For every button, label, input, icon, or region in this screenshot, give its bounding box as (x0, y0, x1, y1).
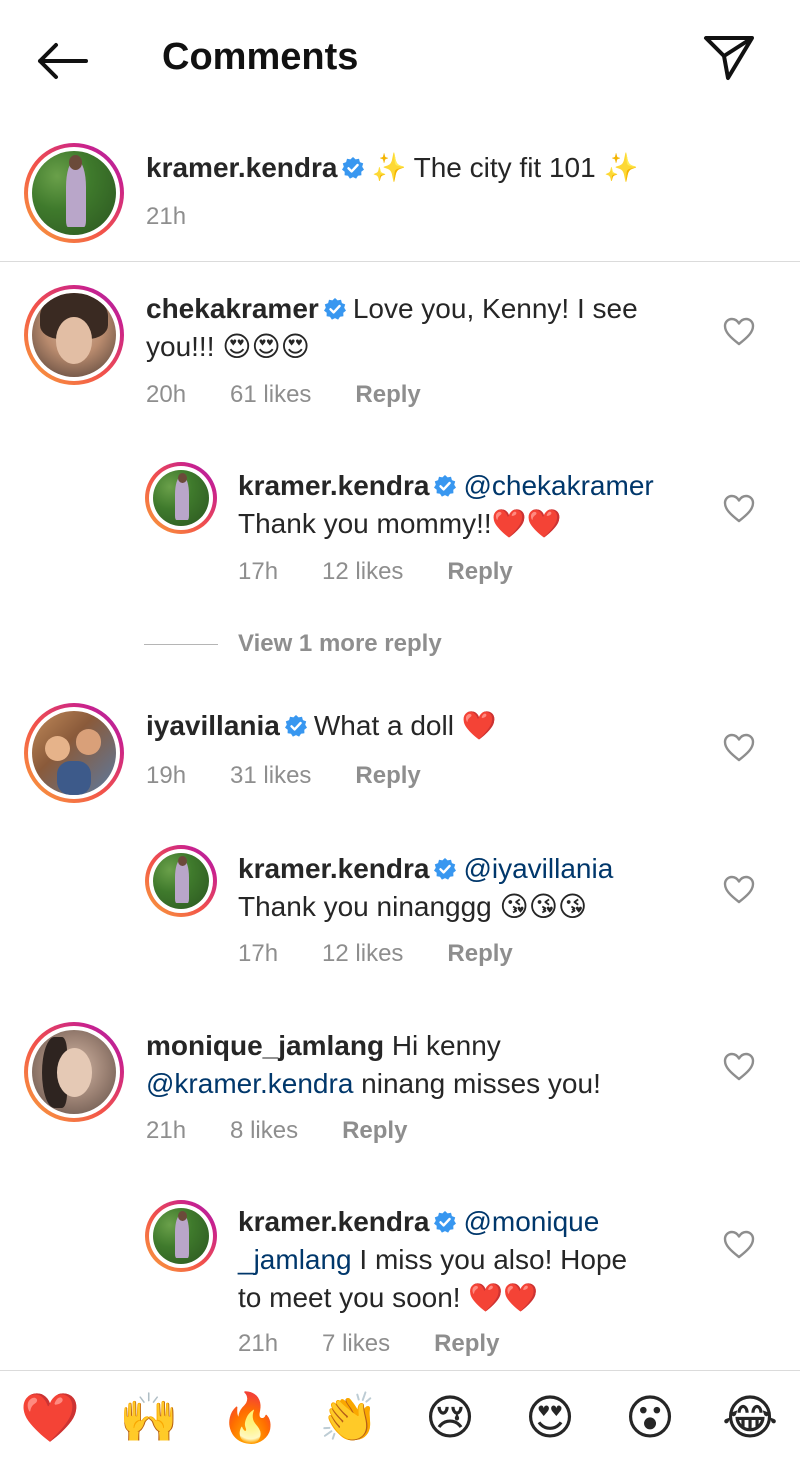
reply-likes[interactable]: 12 likes (322, 558, 403, 586)
reply-meta: 17h 12 likes Reply (238, 940, 557, 968)
comment-body: Love you, Kenny! I see (352, 293, 638, 324)
comment-meta: 21h 8 likes Reply (146, 1117, 451, 1145)
avatar-kramer-kendra[interactable] (145, 1200, 217, 1272)
verified-badge-icon (434, 475, 457, 497)
like-button[interactable] (722, 731, 756, 765)
mention-link[interactable]: @iyavillania (463, 853, 613, 884)
verified-badge-icon (434, 858, 457, 880)
comment-likes[interactable]: 31 likes (230, 762, 311, 790)
reply-button[interactable]: Reply (447, 558, 512, 586)
comment-meta: 20h 61 likes Reply (146, 381, 465, 409)
reply-button[interactable]: Reply (447, 940, 512, 968)
comment-username[interactable]: iyavillania (146, 710, 280, 741)
share-button[interactable] (700, 30, 760, 86)
emoji-crying-button[interactable]: 😢 (420, 1388, 480, 1448)
emoji-heart-button[interactable]: ❤️ (20, 1388, 80, 1448)
reply-button[interactable]: Reply (355, 381, 420, 409)
emoji-raised-hands-button[interactable]: 🙌 (119, 1388, 179, 1448)
divider (0, 261, 800, 262)
emoji-fire-button[interactable]: 🔥 (220, 1388, 280, 1448)
heart-outline-icon (723, 733, 755, 762)
caption-meta: 21h (146, 203, 230, 231)
verified-badge-icon (323, 298, 346, 320)
reply-text: kramer.kendra @chekakramer Thank you mommy… (238, 467, 718, 543)
caption-text: ✨ The city fit 101 ✨ (371, 152, 639, 183)
heart-outline-icon (723, 1052, 755, 1081)
comment-meta: 19h 31 likes Reply (146, 762, 465, 790)
heart-outline-icon (723, 875, 755, 904)
like-button[interactable] (722, 873, 756, 907)
like-button[interactable] (722, 315, 756, 349)
comment-time: 19h (146, 762, 187, 789)
avatar-iyavillania[interactable] (24, 703, 124, 803)
verified-badge-icon (434, 1211, 457, 1233)
page-title: Comments (162, 36, 359, 78)
reply-username[interactable]: kramer.kendra (238, 853, 429, 884)
emoji-clap-button[interactable]: 👏 (319, 1388, 379, 1448)
arrow-left-icon (38, 43, 88, 79)
reply-meta: 21h 7 likes Reply (238, 1330, 543, 1358)
emoji-heart-eyes-button[interactable]: 😍 (520, 1388, 580, 1448)
paper-plane-icon (704, 36, 754, 80)
comment-body: Hi kenny (391, 1030, 501, 1061)
reply-likes[interactable]: 7 likes (322, 1330, 390, 1358)
avatar-chekakramer[interactable] (24, 285, 124, 385)
reply-button[interactable]: Reply (355, 762, 420, 790)
reply-text: kramer.kendra @iyavillania Thank you ninan… (238, 850, 718, 926)
view-more-replies-button[interactable]: View 1 more reply (144, 630, 442, 658)
reply-username[interactable]: kramer.kendra (238, 1206, 429, 1237)
avatar-kramer-kendra[interactable] (24, 143, 124, 243)
reply-text: kramer.kendra @monique _jamlang I miss you… (238, 1203, 718, 1317)
reply-likes[interactable]: 12 likes (322, 940, 403, 968)
back-button[interactable] (30, 36, 94, 86)
mention-link-cont[interactable]: _jamlang (238, 1244, 352, 1275)
comment-text: monique_jamlang Hi kenny @kramer.kendra n… (146, 1027, 706, 1103)
emoji-surprised-button[interactable]: 😮 (620, 1388, 680, 1448)
verified-badge-icon (284, 715, 307, 737)
caption-username[interactable]: kramer.kendra (146, 152, 337, 183)
mention-link[interactable]: @chekakramer (463, 470, 653, 501)
comment-likes[interactable]: 61 likes (230, 381, 311, 409)
comment-time: 21h (146, 1117, 187, 1144)
header: Comments (0, 0, 800, 120)
like-button[interactable] (722, 492, 756, 526)
reply-username[interactable]: kramer.kendra (238, 470, 429, 501)
caption-time: 21h (146, 203, 187, 230)
mention-link[interactable]: @monique (463, 1206, 599, 1237)
comment-text: iyavillania What a doll ❤️ (146, 707, 706, 745)
heart-outline-icon (723, 1230, 755, 1259)
comment-time: 20h (146, 381, 187, 408)
comment-likes[interactable]: 8 likes (230, 1117, 298, 1145)
comment-text: chekakramer Love you, Kenny! I see you!!! … (146, 290, 706, 366)
view-more-line (144, 643, 218, 645)
caption: kramer.kendra ✨ The city fit 101 ✨ (146, 149, 746, 187)
mention-link[interactable]: @kramer.kendra (146, 1068, 353, 1099)
heart-outline-icon (723, 494, 755, 523)
reply-meta: 17h 12 likes Reply (238, 558, 557, 586)
reply-body: Thank you ninanggg 😘😘😘 (238, 891, 588, 922)
reply-time: 17h (238, 940, 279, 967)
comment-username[interactable]: monique_jamlang (146, 1030, 384, 1061)
reply-body: Thank you mommy!!❤️❤️ (238, 508, 562, 539)
avatar-monique-jamlang[interactable] (24, 1022, 124, 1122)
comment-body: What a doll ❤️ (313, 710, 497, 741)
reply-button[interactable]: Reply (342, 1117, 407, 1145)
avatar-kramer-kendra[interactable] (145, 845, 217, 917)
reply-body-cont: to meet you soon! ❤️❤️ (238, 1282, 539, 1313)
reply-body: I miss you also! Hope (359, 1244, 628, 1275)
comment-body-cont: you!!! 😍😍😍 (146, 331, 310, 362)
comment-username[interactable]: chekakramer (146, 293, 319, 324)
like-button[interactable] (722, 1228, 756, 1262)
like-button[interactable] (722, 1050, 756, 1084)
reply-time: 21h (238, 1330, 279, 1357)
reply-time: 17h (238, 558, 279, 585)
avatar-kramer-kendra[interactable] (145, 462, 217, 534)
reply-button[interactable]: Reply (434, 1330, 499, 1358)
heart-outline-icon (723, 317, 755, 346)
comment-body-cont: ninang misses you! (361, 1068, 601, 1099)
view-more-label: View 1 more reply (238, 630, 442, 657)
verified-badge-icon (342, 157, 365, 179)
emoji-laughing-button[interactable]: 😂 (720, 1388, 780, 1448)
